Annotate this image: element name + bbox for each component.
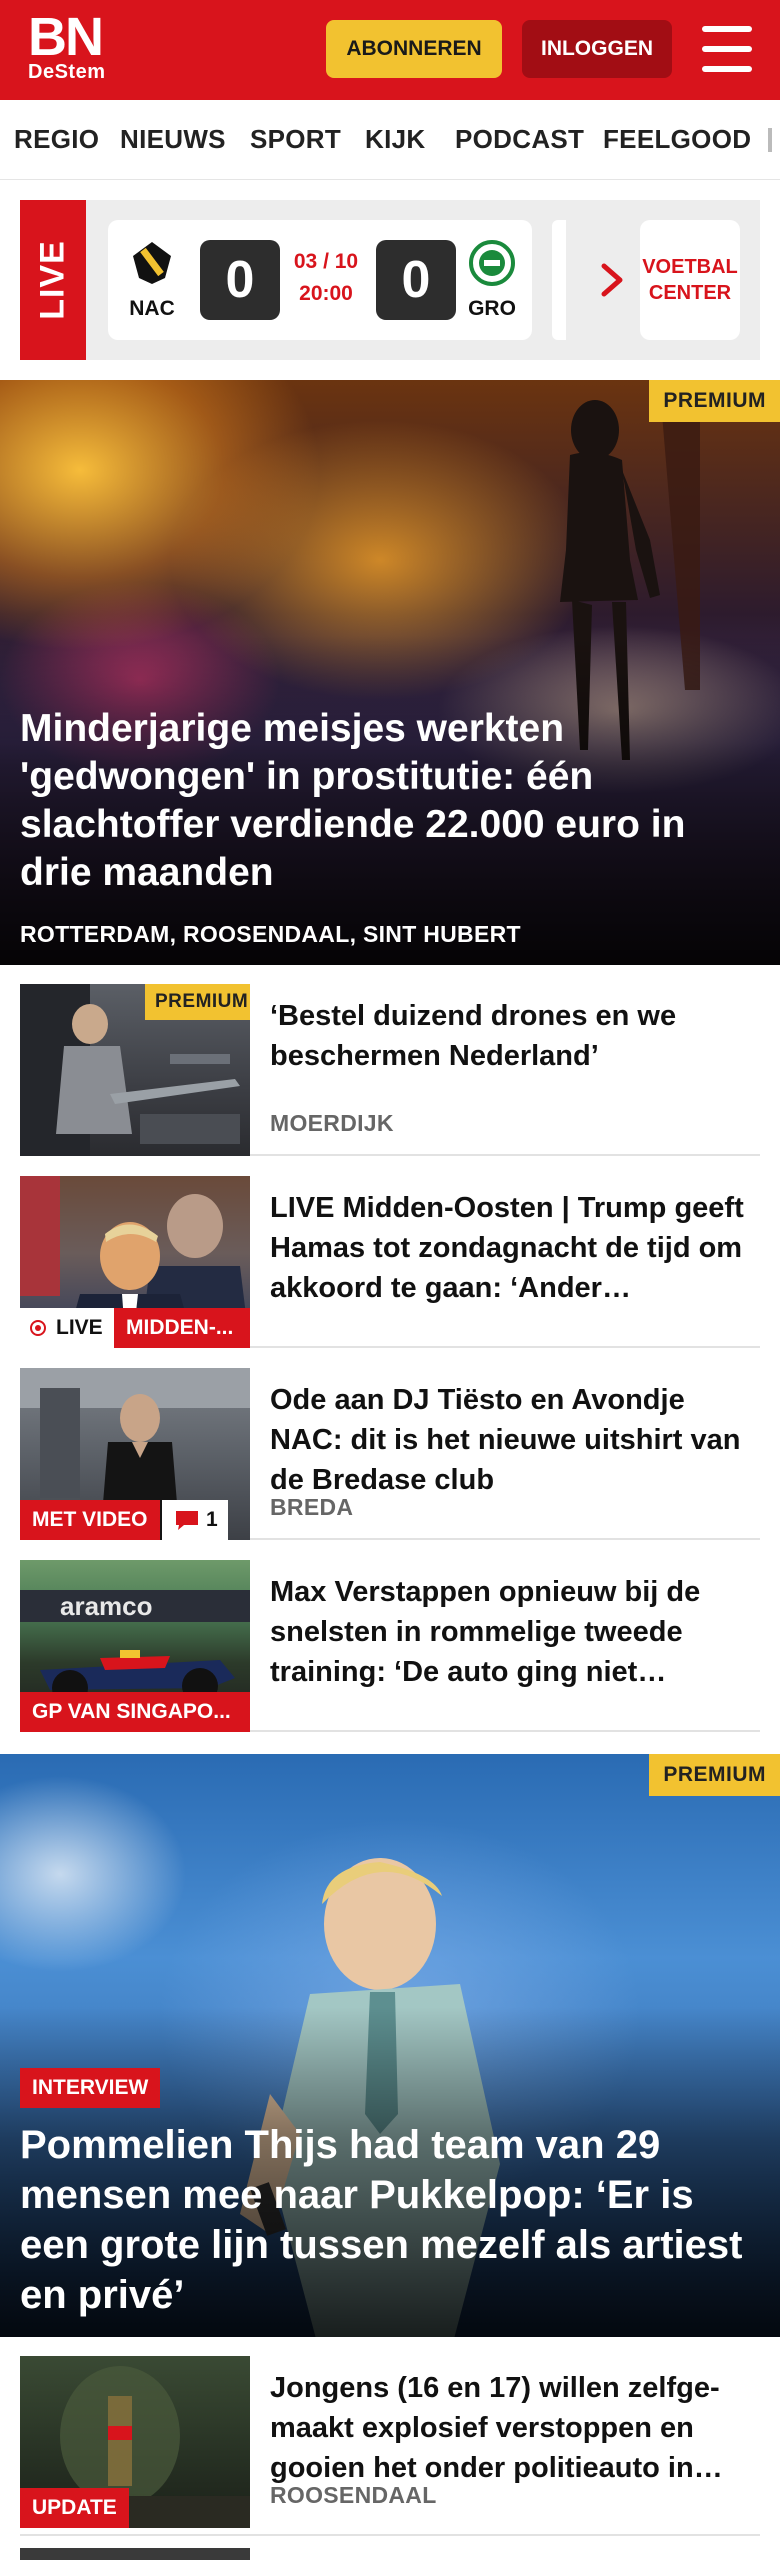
home-score: 0 (200, 240, 280, 320)
nav-item-nieuws[interactable]: NIEUWS (120, 124, 226, 155)
article-thumbnail: UPDATE (20, 2356, 250, 2528)
video-label: MET VIDEO (20, 1500, 160, 1540)
hero-title[interactable]: Minderjarige meisjes werkten 'gedwongen'… (20, 705, 760, 897)
menu-icon[interactable] (702, 26, 752, 72)
live-label: LIVE (20, 1308, 114, 1348)
match-datetime: 03 / 10 20:00 (286, 246, 366, 310)
comment-count: 1 (162, 1500, 228, 1540)
voetbal-center-line2: CENTER (648, 282, 732, 304)
logo-destem: DeStem (28, 61, 106, 83)
article-location: MOERDIJK (270, 1110, 394, 1136)
match-date: 03 / 10 (293, 250, 359, 273)
groningen-crest-icon (469, 240, 515, 286)
category-label: GP VAN SINGAPO... (20, 1692, 250, 1732)
premium-badge: PREMIUM (649, 380, 780, 422)
list-item[interactable]: LIVE MIDDEN-... LIVE Midden-Oosten | Tru… (20, 1176, 760, 1348)
hero-article-2[interactable]: PREMIUM INTERVIEW Pommelien Thijs had te… (0, 1754, 780, 2337)
site-logo[interactable]: BN DeStem (28, 7, 118, 83)
article-title[interactable]: LIVE Midden-Oosten | Trump geeft Hamas t… (270, 1188, 760, 1308)
logo-bn: BN (28, 7, 104, 67)
article-thumbnail: MET VIDEO 1 (20, 1368, 250, 1540)
list-item[interactable]: MET VIDEO 1 Ode aan DJ Tiësto en Avondje… (20, 1368, 760, 1540)
next-match-card-edge (552, 220, 566, 340)
chevron-right-icon[interactable] (592, 258, 632, 302)
live-dot-icon (30, 1320, 46, 1336)
voetbal-center-line1: VOETBAL (642, 256, 738, 278)
live-tag: LIVE (20, 200, 86, 360)
list-item[interactable]: aramco GP VAN SINGAPO... Max Verstappen … (20, 1560, 760, 1732)
live-tag-label: LIVE (33, 240, 72, 320)
away-team: GRO (462, 240, 522, 321)
login-button[interactable]: INLOGGEN (522, 20, 672, 78)
nav-item-sport[interactable]: SPORT (250, 124, 341, 155)
match-time: 20:00 (299, 282, 353, 305)
update-label: UPDATE (20, 2488, 129, 2528)
hero-location: ROTTERDAM, ROOSENDAAL, SINT HUBERT (20, 921, 521, 947)
comment-icon (176, 1511, 198, 1530)
aramco-banner-text: aramco (60, 1591, 153, 1621)
match-card[interactable]: NAC 0 03 / 10 20:00 0 GRO (108, 220, 532, 340)
site-header: BN DeStem ABONNEREN INLOGGEN (0, 0, 780, 100)
home-team-name: NAC (129, 297, 175, 320)
nav-item-podcast[interactable]: PODCAST (455, 124, 584, 155)
article-location: ROOSENDAAL (270, 2482, 437, 2508)
hero-article-1[interactable]: PREMIUM Minderjarige meisjes werkten 'ge… (0, 380, 780, 965)
premium-badge: PREMIUM (145, 984, 250, 1020)
nav-item-regio[interactable]: REGIO (14, 124, 99, 155)
article-location: BREDA (270, 1494, 354, 1520)
voetbal-center-button[interactable]: VOETBAL CENTER (640, 220, 740, 340)
nav-item-feelgood[interactable]: FEELGOOD (603, 124, 751, 155)
article-title[interactable]: Jongens (16 en 17) willen zelfge­maakt e… (270, 2368, 760, 2488)
comment-count-value: 1 (206, 1508, 218, 1531)
article-title[interactable]: Max Verstappen opnieuw bij de snelsten i… (270, 1572, 760, 1692)
away-team-name: GRO (468, 297, 516, 320)
nav-item-kijk[interactable]: KIJK (365, 124, 425, 155)
nac-crest-icon (133, 242, 171, 284)
list-item[interactable]: PREMIUM ‘Bestel duizend drones en we bes… (20, 984, 760, 1156)
main-nav: REGIO NIEUWS SPORT KIJK PODCAST FEELGOOD (0, 100, 780, 180)
list-item[interactable]: UPDATE Jongens (16 en 17) willen zelfge­… (20, 2356, 760, 2536)
nav-overflow-indicator (768, 128, 772, 152)
article-thumbnail: LIVE MIDDEN-... (20, 1176, 250, 1348)
subscribe-button[interactable]: ABONNEREN (326, 20, 502, 78)
article-title[interactable]: ‘Bestel duizend drones en we beschermen … (270, 996, 760, 1076)
hero-title[interactable]: Pommelien Thijs had team van 29 mensen m… (20, 2120, 760, 2320)
away-score: 0 (376, 240, 456, 320)
article-title[interactable]: Ode aan DJ Tiësto en Avondje NAC: dit is… (270, 1380, 760, 1500)
live-scores-bar: LIVE NAC 0 03 / 10 20:00 0 GRO VOETBAL C… (20, 200, 760, 360)
article-thumbnail: PREMIUM (20, 984, 250, 1156)
premium-badge: PREMIUM (649, 1754, 780, 1796)
next-article-thumbnail-partial (20, 2548, 250, 2560)
article-thumbnail: aramco GP VAN SINGAPO... (20, 1560, 250, 1732)
interview-tag: INTERVIEW (20, 2068, 161, 2108)
home-team: NAC (122, 240, 182, 321)
live-label-text: LIVE (56, 1316, 103, 1339)
category-label: MIDDEN-... (114, 1308, 250, 1348)
